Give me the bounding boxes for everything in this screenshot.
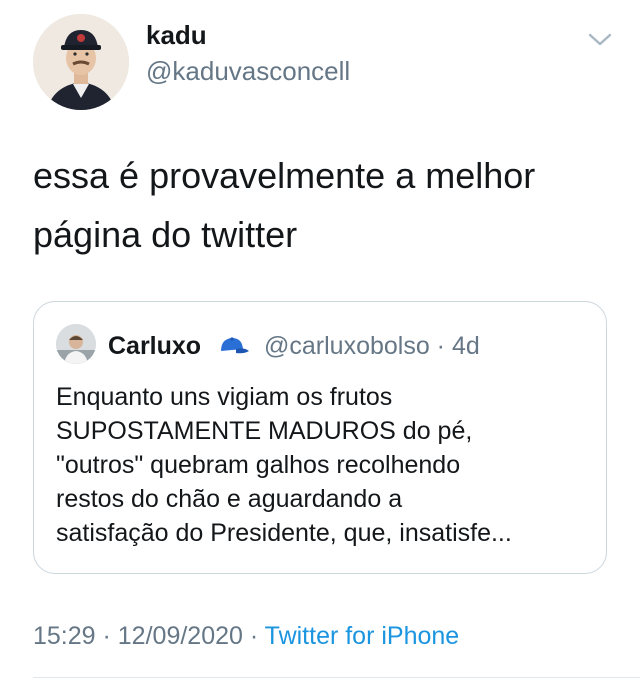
quoted-author-name: Carluxo <box>108 332 202 360</box>
author-name[interactable]: kadu <box>146 20 207 51</box>
tweet-metadata: 15:29 · 12/09/2020 · Twitter for iPhone <box>33 622 459 651</box>
tweet-text-line: página do twitter <box>33 214 298 255</box>
quoted-text-line: Enquanto uns vigiam os frutos <box>56 383 393 411</box>
quoted-author-handle: @carluxobolso · 4d <box>264 332 480 360</box>
quoted-text-line: "outros" quebram galhos recolhendo <box>56 451 461 479</box>
meta-separator: · <box>242 622 265 650</box>
blue-cap-icon <box>218 335 250 357</box>
author-handle[interactable]: @kaduvasconcell <box>146 56 350 87</box>
divider <box>33 677 640 678</box>
tweet-source-link[interactable]: Twitter for iPhone <box>265 622 460 650</box>
tweet-text-line: essa é provavelmente a melhor <box>33 155 536 196</box>
meta-separator: · <box>95 622 118 650</box>
tweet-text: essa é provavelmente a melhor página do … <box>33 146 613 264</box>
quoted-text-line: restos do chão e aguardando a <box>56 485 403 513</box>
chevron-down-icon[interactable] <box>586 30 614 50</box>
tweet-time[interactable]: 15:29 <box>33 622 96 650</box>
quoted-tweet-text: Enquanto uns vigiam os frutos SUPOSTAMEN… <box>56 380 591 550</box>
quoted-text-line: satisfação do Presidente, que, insatisfe… <box>56 519 512 547</box>
author-avatar[interactable] <box>33 14 129 110</box>
tweet-date[interactable]: 12/09/2020 <box>118 622 243 650</box>
quoted-text-line: SUPOSTAMENTE MADUROS do pé, <box>56 417 473 445</box>
quoted-author-avatar <box>56 324 96 364</box>
quoted-tweet-card[interactable]: Carluxo @carluxobolso · 4d Enquanto uns … <box>33 301 607 574</box>
